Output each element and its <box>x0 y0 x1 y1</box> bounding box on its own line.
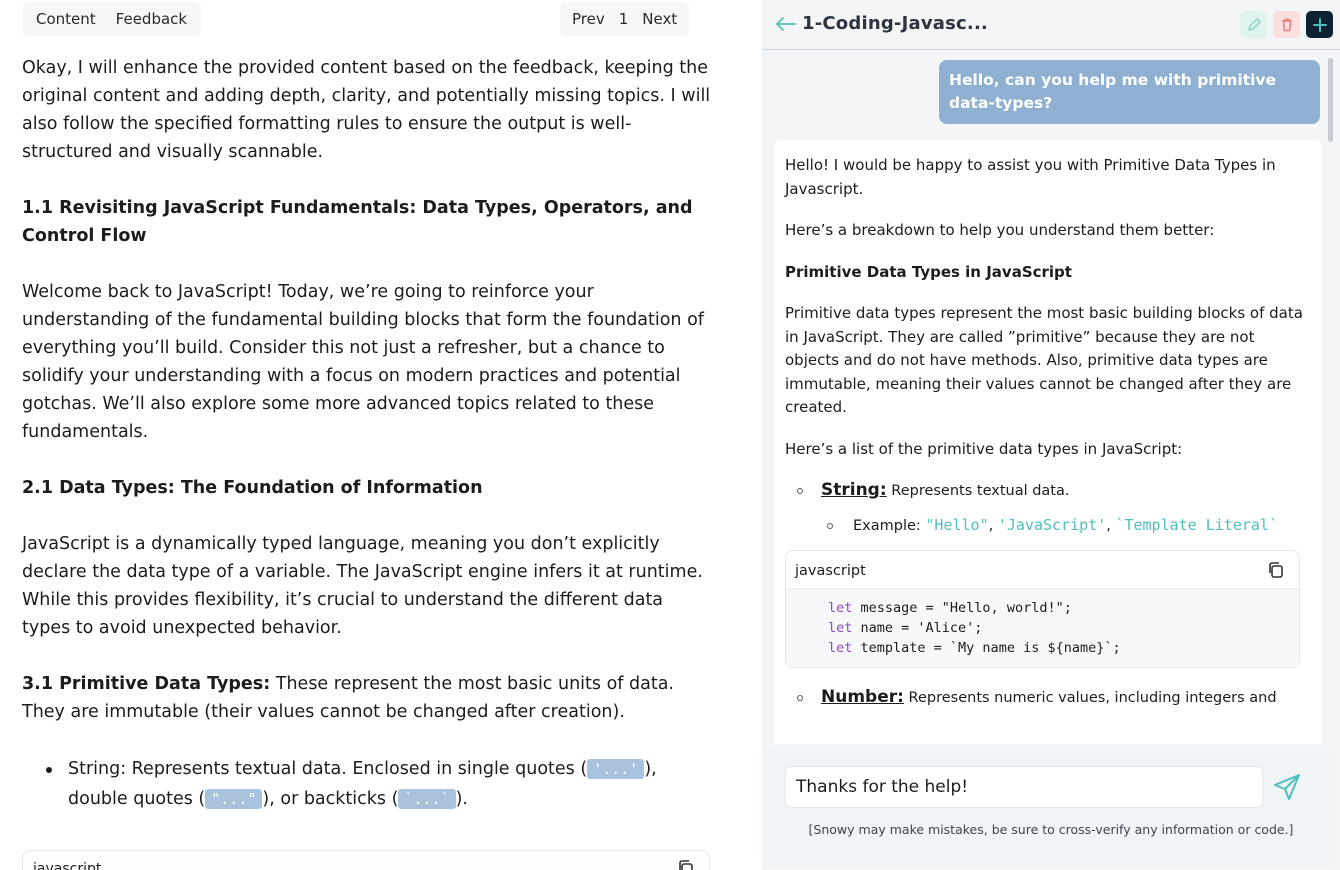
list-item: String: Represents textual data. <box>797 479 1312 504</box>
term-number: Number: <box>821 687 904 707</box>
chat-code-block: javascript let message = "Hello, world!"… <box>785 550 1300 668</box>
code-rest: template = `My name is ${name}`; <box>852 640 1121 656</box>
dynamic-typing-paragraph: JavaScript is a dynamically typed langua… <box>22 534 703 638</box>
term-number-desc: Represents numeric values, including int… <box>903 690 1277 706</box>
section-heading-1-1: 1.1 Revisiting JavaScript Fundamentals: … <box>22 198 693 246</box>
example-code-3: `Template Literal` <box>1115 515 1278 534</box>
code-keyword: let <box>828 600 853 616</box>
content-code-block: javascript <box>22 850 710 870</box>
primitive-label: 3.1 Primitive Data Types: <box>22 674 271 694</box>
inline-code-single: '...' <box>587 759 645 779</box>
chat-header: 1-Coding-Javasc... <box>762 0 1340 50</box>
term-string-desc: Represents textual data. <box>886 483 1070 499</box>
code-keyword: let <box>828 640 853 656</box>
message-input[interactable] <box>785 766 1263 808</box>
section-heading-2-1: 2.1 Data Types: The Foundation of Inform… <box>22 478 483 498</box>
welcome-paragraph: Welcome back to JavaScript! Today, we’re… <box>22 282 704 442</box>
code-content: let message = "Hello, world!"; let name … <box>786 589 1299 667</box>
arrow-left-icon[interactable] <box>774 16 796 36</box>
bot-subheading: Primitive Data Types in JavaScript <box>785 262 1072 281</box>
edit-chat-button[interactable] <box>1240 11 1267 38</box>
next-button[interactable]: Next <box>634 4 685 34</box>
bullet-circle <box>797 488 803 494</box>
bullet-circle <box>827 522 833 529</box>
bullet-tail: ). <box>455 789 468 809</box>
term-string: String: <box>821 480 887 500</box>
code-line: let message = "Hello, world!"; <box>828 600 1072 616</box>
tab-content[interactable]: Content <box>26 4 106 34</box>
bot-breakdown: Here’s a breakdown to help you understan… <box>785 221 1215 239</box>
primitive-types-list: String: Represents textual data. Example… <box>797 479 1312 538</box>
inline-code-double: "..." <box>205 789 263 809</box>
code-keyword: let <box>828 620 853 636</box>
content-pane: Content Feedback Prev 1 Next Okay, I wil… <box>0 0 752 870</box>
document-body: Okay, I will enhance the provided conten… <box>22 54 712 814</box>
code-line: let template = `My name is ${name}`; <box>828 640 1121 656</box>
send-icon <box>1274 774 1300 800</box>
bullet-lead: String: Represents textual data. Enclose… <box>68 759 588 779</box>
delete-chat-button[interactable] <box>1273 11 1300 38</box>
pager: Prev 1 Next <box>560 2 690 36</box>
example-code-1: "Hello" <box>925 515 989 534</box>
trash-icon <box>1281 18 1292 31</box>
assistant-message: Hello! I would be happy to assist you wi… <box>774 140 1322 744</box>
example-code-2: 'JavaScript' <box>997 515 1107 534</box>
bullet-circle <box>797 695 803 701</box>
code-block-header: javascript <box>786 551 1299 589</box>
string-bullet-list: String: Represents textual data. Enclose… <box>44 754 712 814</box>
primitive-types-list-cont: Number: Represents numeric values, inclu… <box>797 686 1312 711</box>
primitive-paragraph: 3.1 Primitive Data Types: These represen… <box>22 670 712 726</box>
list-item: String: Represents textual data. Enclose… <box>44 754 712 814</box>
message-list[interactable]: Hello, can you help me with primitive da… <box>762 52 1340 744</box>
bot-list-intro: Here’s a list of the primitive data type… <box>785 439 1183 458</box>
page-number: 1 <box>618 10 629 28</box>
code-language-label: javascript <box>33 861 102 870</box>
bot-explanation: Primitive data types represent the most … <box>785 304 1303 416</box>
copy-icon[interactable] <box>1267 561 1285 587</box>
send-button[interactable] <box>1272 772 1302 806</box>
bullet-mid2: ), or backticks ( <box>262 789 399 809</box>
list-item: Number: Represents numeric values, inclu… <box>797 686 1312 711</box>
list-item: Example: "Hello", 'JavaScript', `Templat… <box>797 514 1312 539</box>
user-message: Hello, can you help me with primitive da… <box>939 60 1320 124</box>
plus-icon <box>1312 17 1327 32</box>
copy-icon[interactable] <box>677 859 695 870</box>
tab-feedback[interactable]: Feedback <box>106 4 197 34</box>
new-chat-button[interactable] <box>1306 11 1333 38</box>
intro-paragraph: Okay, I will enhance the provided conten… <box>22 58 711 162</box>
code-line: let name = 'Alice'; <box>828 620 982 636</box>
code-language-label: javascript <box>795 563 866 579</box>
code-rest: message = "Hello, world!"; <box>852 600 1072 616</box>
chat-title: 1-Coding-Javasc... <box>802 13 989 34</box>
inline-code-backtick: `...` <box>398 789 456 809</box>
pencil-icon <box>1247 17 1261 31</box>
content-tabs: Content Feedback <box>22 2 202 36</box>
message-composer: [Snowy may make mistakes, be sure to cro… <box>766 746 1336 866</box>
example-label: Example: <box>853 517 926 534</box>
bot-greeting: Hello! I would be happy to assist you wi… <box>785 156 1276 198</box>
code-rest: name = 'Alice'; <box>852 620 983 636</box>
prev-button[interactable]: Prev <box>564 4 613 34</box>
chat-scrollbar[interactable] <box>1328 58 1333 142</box>
disclaimer-text: [Snowy may make mistakes, be sure to cro… <box>808 822 1294 837</box>
chat-pane: 1-Coding-Javasc... Hello, can you help m… <box>762 0 1340 870</box>
